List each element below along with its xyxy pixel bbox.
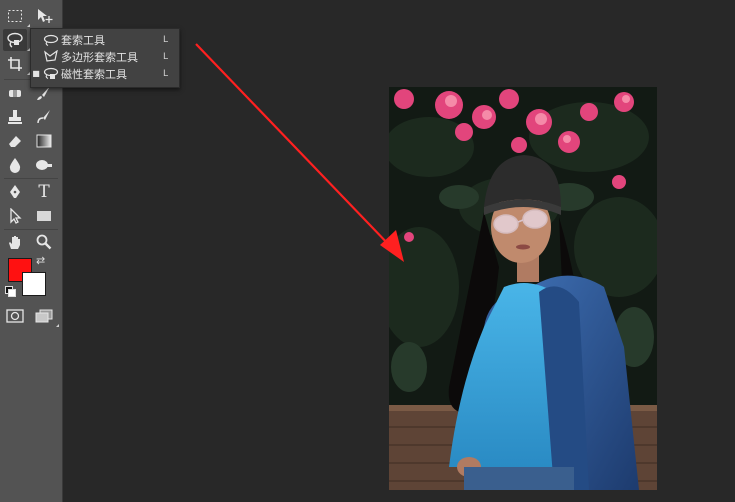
menu-item-label: 磁性套索工具: [61, 67, 127, 81]
crop-icon: [8, 57, 22, 71]
separator: [4, 229, 58, 230]
background-color-swatch[interactable]: [22, 272, 46, 296]
shortcut-key: L: [163, 34, 169, 45]
clone-stamp-tool[interactable]: [3, 106, 27, 128]
shortcut-key: L: [163, 68, 169, 79]
default-colors-icon[interactable]: [5, 286, 16, 297]
stamp-icon: [8, 110, 22, 124]
swap-colors-icon[interactable]: ⇄: [36, 254, 45, 267]
zoom-tool[interactable]: [32, 231, 56, 253]
quick-mask-icon: [6, 309, 24, 323]
spot-healing-tool[interactable]: [3, 82, 27, 104]
shortcut-key: L: [163, 51, 169, 62]
gradient-tool[interactable]: [32, 130, 56, 152]
menu-item-label: 套索工具: [61, 33, 105, 47]
hand-tool[interactable]: [3, 231, 27, 253]
move-tool[interactable]: [32, 5, 56, 27]
eraser-icon: [9, 136, 21, 147]
menu-item-label: 多边形套索工具: [61, 50, 138, 64]
type-tool[interactable]: T: [32, 181, 56, 203]
pen-tool[interactable]: [3, 181, 27, 203]
portrait-photo: [389, 87, 657, 490]
move-icon: [38, 9, 53, 23]
type-icon: T: [38, 181, 50, 202]
drop-icon: [9, 158, 21, 173]
separator: [4, 178, 58, 179]
menu-item-polygonal-lasso-tool[interactable]: 多边形套索工具 L: [31, 48, 179, 65]
path-selection-tool[interactable]: [3, 205, 27, 227]
lasso-icon: [7, 32, 23, 48]
menu-item-magnetic-lasso-tool[interactable]: ■ 磁性套索工具 L: [31, 65, 179, 82]
history-brush-tool[interactable]: [32, 106, 56, 128]
eraser-tool[interactable]: [3, 130, 27, 152]
lasso-tool[interactable]: [3, 29, 30, 51]
lasso-icon: [41, 34, 61, 46]
shape-tool[interactable]: [32, 205, 56, 227]
blur-tool[interactable]: [3, 154, 27, 176]
tool-group-indicator: [27, 24, 30, 27]
gradient-icon: [36, 134, 52, 148]
rectangular-marquee-tool[interactable]: [3, 5, 30, 27]
screen-mode-button[interactable]: [32, 305, 59, 327]
rectangle-shape-icon: [37, 211, 51, 221]
quick-mask-button[interactable]: [3, 305, 27, 327]
crop-tool[interactable]: [3, 53, 30, 75]
tool-group-indicator: [56, 324, 59, 327]
screen-mode-icon: [35, 309, 53, 323]
magnifier-icon: [36, 234, 52, 250]
dodge-tool[interactable]: [32, 154, 56, 176]
lasso-tools-flyout: 套索工具 L 多边形套索工具 L ■ 磁性套索工具 L: [30, 28, 180, 88]
menu-item-lasso-tool[interactable]: 套索工具 L: [31, 31, 179, 48]
pen-icon: [10, 185, 20, 198]
rectangle-select-icon: [8, 10, 22, 22]
bandage-icon: [9, 90, 21, 97]
arrow-cursor-icon: [10, 208, 22, 224]
hand-icon: [9, 236, 20, 249]
document-image[interactable]: [389, 87, 657, 490]
selected-indicator: ■: [32, 69, 40, 78]
dodge-icon: [36, 160, 52, 170]
history-brush-icon: [37, 110, 50, 124]
magnetic-lasso-icon: [41, 67, 61, 80]
polygonal-lasso-icon: [41, 50, 61, 63]
